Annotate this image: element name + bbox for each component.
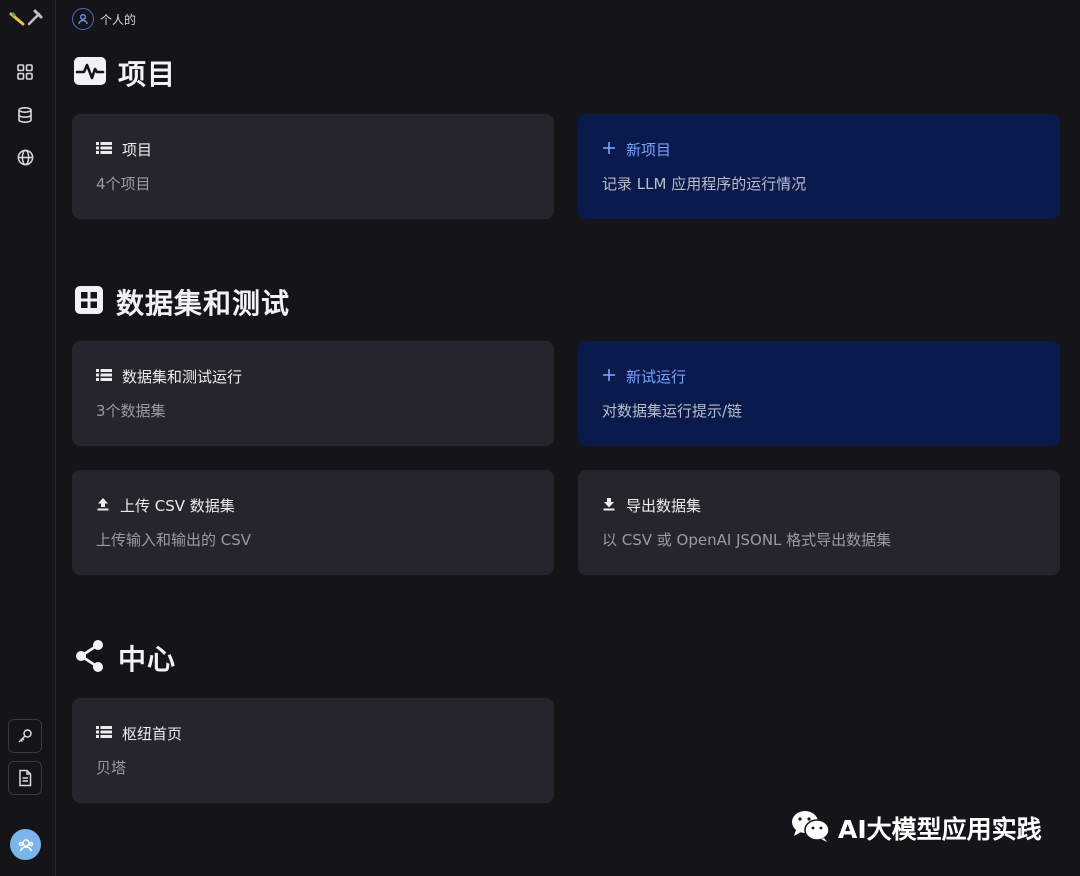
section-title-text: 项目 <box>118 58 177 91</box>
logo-icon[interactable] <box>9 8 43 28</box>
database-icon[interactable] <box>12 102 38 128</box>
upload-icon <box>96 496 110 515</box>
card-subtitle: 记录 LLM 应用程序的运行情况 <box>602 175 807 193</box>
list-icon <box>96 367 112 386</box>
activity-icon <box>74 57 106 89</box>
card-subtitle: 3个数据集 <box>96 402 166 420</box>
card-subtitle: 4个项目 <box>96 175 151 193</box>
list-icon <box>96 140 112 159</box>
plus-icon <box>602 140 616 159</box>
section-title-hub: 中心 <box>74 638 176 678</box>
card-label: 新项目 <box>626 140 672 159</box>
download-icon <box>602 496 616 515</box>
plus-icon <box>602 367 616 386</box>
list-icon <box>96 724 112 743</box>
org-label: 个人的 <box>100 12 137 27</box>
new-project-card[interactable]: 新项目 记录 LLM 应用程序的运行情况 <box>578 114 1060 219</box>
card-label: 枢纽首页 <box>122 724 183 743</box>
key-icon[interactable] <box>8 719 42 753</box>
document-icon[interactable] <box>8 761 42 795</box>
new-test-run-card[interactable]: 新试运行 对数据集运行提示/链 <box>578 341 1060 446</box>
card-label: 项目 <box>122 140 153 159</box>
export-dataset-card[interactable]: 导出数据集 以 CSV 或 OpenAI JSONL 格式导出数据集 <box>578 470 1060 575</box>
sidebar <box>0 0 56 876</box>
org-selector[interactable]: 个人的 <box>72 8 136 30</box>
section-title-datasets: 数据集和测试 <box>74 282 290 322</box>
projects-card[interactable]: 项目 4个项目 <box>72 114 554 219</box>
grid-icon[interactable] <box>12 59 38 85</box>
user-avatar[interactable] <box>10 829 41 860</box>
globe-icon[interactable] <box>12 144 38 170</box>
card-label: 新试运行 <box>626 367 687 386</box>
watermark-text: AI大模型应用实践 <box>838 815 1042 844</box>
upload-csv-card[interactable]: 上传 CSV 数据集 上传输入和输出的 CSV <box>72 470 554 575</box>
share-icon <box>74 639 106 677</box>
section-title-text: 数据集和测试 <box>116 287 291 320</box>
card-label: 数据集和测试运行 <box>122 367 243 386</box>
table-icon <box>74 285 104 319</box>
card-subtitle: 贝塔 <box>96 759 127 777</box>
watermark: AI大模型应用实践 <box>790 806 1042 850</box>
user-icon <box>72 8 94 30</box>
section-title-projects: 项目 <box>74 53 176 93</box>
wechat-icon <box>790 808 832 848</box>
section-title-text: 中心 <box>118 643 177 676</box>
card-subtitle: 以 CSV 或 OpenAI JSONL 格式导出数据集 <box>602 531 892 549</box>
datasets-card[interactable]: 数据集和测试运行 3个数据集 <box>72 341 554 446</box>
card-label: 导出数据集 <box>626 496 702 515</box>
card-subtitle: 对数据集运行提示/链 <box>602 402 743 420</box>
hub-home-card[interactable]: 枢纽首页 贝塔 <box>72 698 554 803</box>
card-label: 上传 CSV 数据集 <box>120 496 235 515</box>
card-subtitle: 上传输入和输出的 CSV <box>96 531 252 549</box>
